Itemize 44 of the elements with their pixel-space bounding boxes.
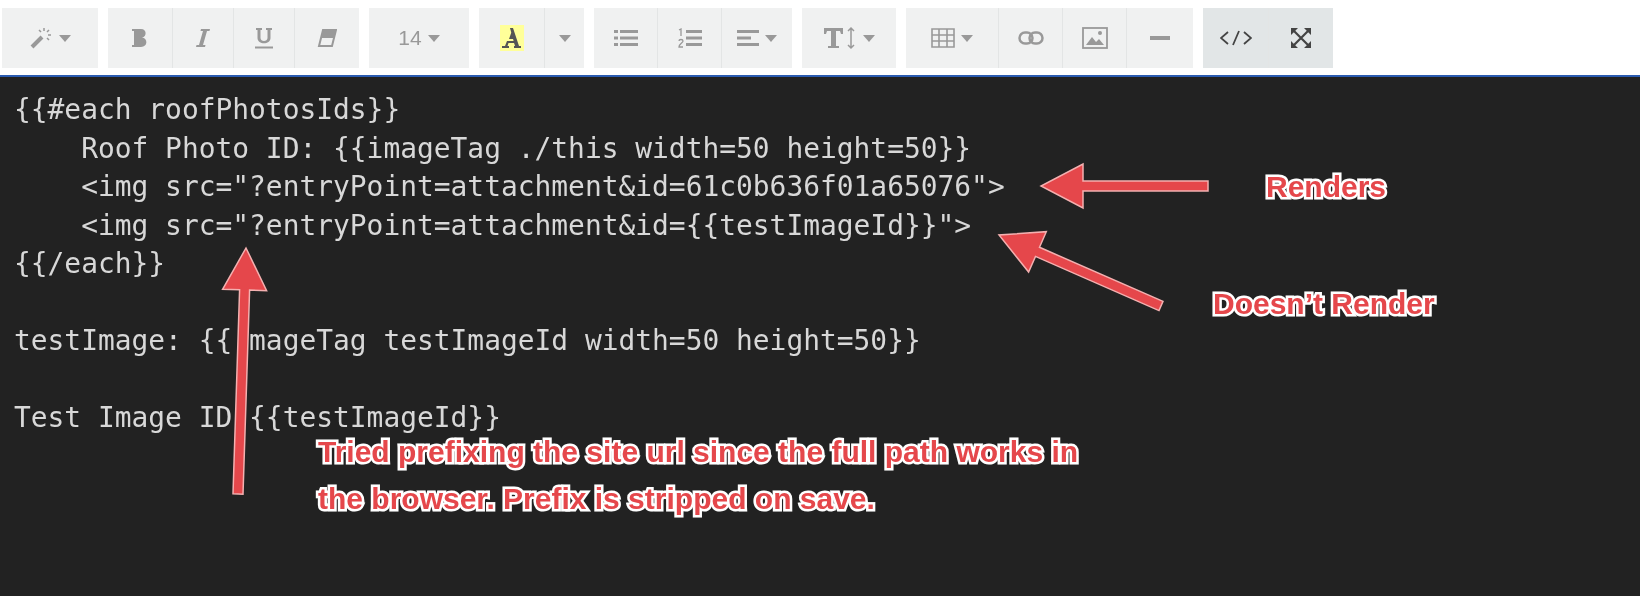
line-height-button[interactable] xyxy=(802,8,896,68)
code-text: <img src="?entryPoint=attachment&id=61c0b636f01a65076"> xyxy=(80,169,1005,205)
code-text: <img src="?entryPoint=attachment&id={{testImageId}}"> xyxy=(80,207,972,244)
code-text: Roof Photo ID: {{imageTag ./this width=50 height=50}} xyxy=(80,130,972,167)
code-text: {{#each roofPhotosIds}} xyxy=(14,92,401,128)
italic-button[interactable] xyxy=(173,8,234,68)
annotation-text: Doesn’t Render xyxy=(1213,287,1435,320)
code-text: {{testImageId}} xyxy=(249,400,501,436)
link-icon xyxy=(1017,31,1044,45)
text-color-button[interactable] xyxy=(479,8,545,68)
code-text: {{/each}} xyxy=(14,246,166,282)
numbered-list-button[interactable] xyxy=(658,8,722,68)
text-color-icon xyxy=(499,25,524,51)
annotation-text: Tried prefixing the site url since the full path works in xyxy=(318,435,1079,468)
table-icon xyxy=(931,28,955,48)
bulleted-list-button[interactable] xyxy=(594,8,658,68)
code-text: testImage: {{ xyxy=(14,323,233,359)
horizontal-rule-button[interactable] xyxy=(1127,8,1193,68)
italic-icon xyxy=(195,28,211,48)
link-button[interactable] xyxy=(999,8,1063,68)
fullscreen-icon xyxy=(1290,27,1312,49)
underline-icon xyxy=(254,27,274,49)
magic-wand-icon xyxy=(29,26,53,50)
annotation-text: Renders xyxy=(1266,170,1387,203)
bulleted-list-icon xyxy=(613,29,638,47)
underline-button[interactable] xyxy=(234,8,295,68)
align-left-icon xyxy=(737,30,759,46)
bold-button[interactable] xyxy=(108,8,173,68)
code-icon xyxy=(1219,30,1252,46)
color-dropdown-button[interactable] xyxy=(545,8,584,68)
fullscreen-button[interactable] xyxy=(1269,8,1333,68)
text-height-icon xyxy=(823,26,857,50)
clear-format-button[interactable] xyxy=(295,8,359,68)
style-button[interactable] xyxy=(2,8,98,68)
table-button[interactable] xyxy=(906,8,999,68)
eraser-icon xyxy=(317,29,337,47)
code-text: mageTag testImageId width=50 height=50}} xyxy=(249,323,921,359)
font-size-dropdown[interactable]: 14 xyxy=(369,8,469,68)
annotation-text: the browser. Prefix is stripped on save. xyxy=(318,482,875,515)
paragraph-button[interactable] xyxy=(722,8,792,68)
numbered-list-icon xyxy=(677,28,702,48)
image-icon xyxy=(1081,27,1108,49)
image-button[interactable] xyxy=(1063,8,1127,68)
code-text: Test Image ID xyxy=(14,400,233,436)
